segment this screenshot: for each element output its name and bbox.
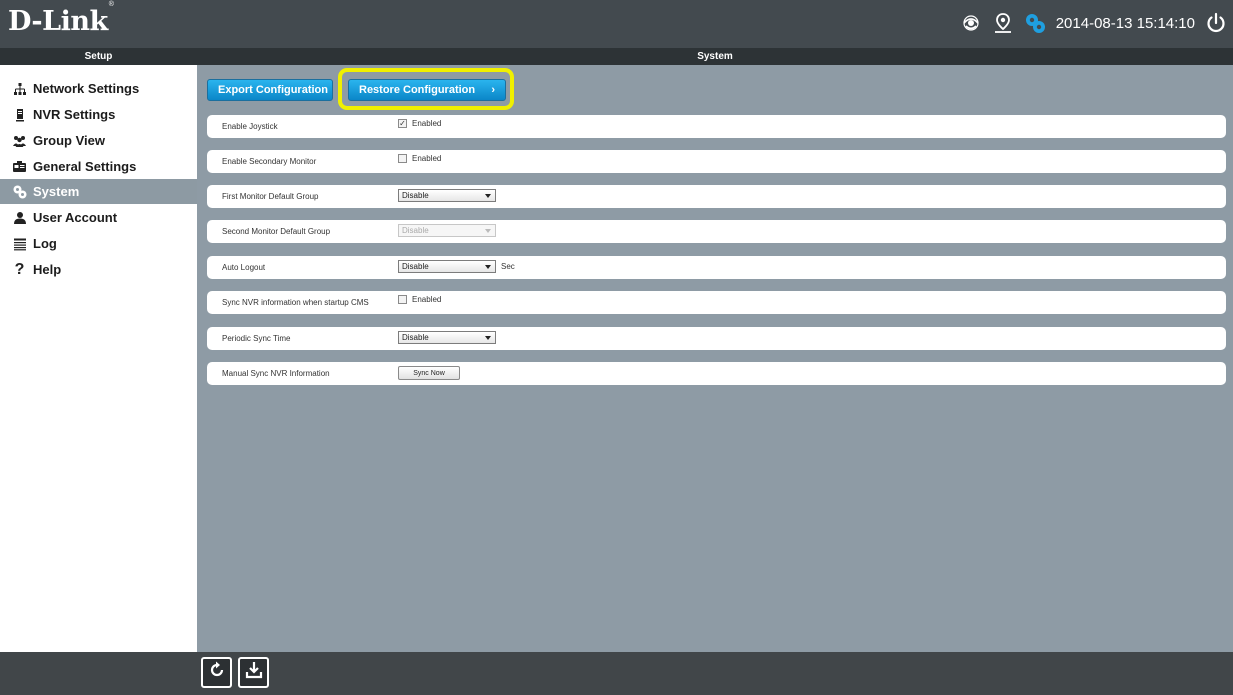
sidebar-item-label: NVR Settings xyxy=(33,107,116,122)
row-control: Disable xyxy=(398,224,496,237)
system-settings-panel: Export Configuration Restore Configurati… xyxy=(197,65,1233,652)
row-label: First Monitor Default Group xyxy=(222,192,319,201)
sidebar-item-label: General Settings xyxy=(33,159,137,174)
dropdown-arrow-icon xyxy=(485,194,491,198)
general-settings-icon xyxy=(12,159,27,174)
settings-row-secondary-monitor: Enable Secondary Monitor Enabled xyxy=(207,150,1226,173)
download-icon xyxy=(244,660,264,685)
sidebar-item-label: System xyxy=(33,184,80,199)
row-control: Enabled xyxy=(398,295,441,304)
settings-row-manual-sync: Manual Sync NVR Information Sync Now xyxy=(207,362,1226,385)
sync-startup-checkbox[interactable] xyxy=(398,295,407,304)
restore-configuration-button[interactable]: Restore Configuration › xyxy=(348,79,506,101)
unit-label: Sec xyxy=(501,262,515,271)
setup-title: Setup xyxy=(84,51,113,62)
save-button[interactable] xyxy=(238,657,269,688)
network-icon xyxy=(12,81,27,96)
auto-logout-select[interactable]: Disable xyxy=(398,260,496,273)
settings-row-second-monitor-group: Second Monitor Default Group Disable xyxy=(207,220,1226,243)
sidebar-item-label: User Account xyxy=(33,210,118,225)
top-bar: D-Link® 2014-08-13 15:14:10 xyxy=(0,0,1233,48)
first-monitor-group-select[interactable]: Disable xyxy=(398,189,496,202)
sidebar-item-label: Help xyxy=(33,262,62,277)
row-control: Disable xyxy=(398,189,496,202)
sidebar-item-label: Log xyxy=(33,236,57,251)
nvr-icon xyxy=(12,107,27,122)
joystick-checkbox[interactable]: ✓ xyxy=(398,119,407,128)
sidebar-item-label: Group View xyxy=(33,133,105,148)
brand-name: D-Link xyxy=(8,6,108,37)
row-control: Disable xyxy=(398,331,496,344)
dlink-logo: D-Link® xyxy=(8,1,114,37)
sync-now-button[interactable]: Sync Now xyxy=(398,366,460,380)
power-icon[interactable] xyxy=(1205,12,1227,34)
row-label: Enable Joystick xyxy=(222,122,278,131)
checkbox-label: Enabled xyxy=(412,119,442,128)
select-value: Disable xyxy=(402,226,429,235)
sidebar-item-help[interactable]: ? Help xyxy=(0,257,197,282)
select-value: Disable xyxy=(402,333,429,342)
checkbox-label: Enabled xyxy=(412,295,442,304)
row-label: Second Monitor Default Group xyxy=(222,227,331,236)
setup-gear-icon[interactable] xyxy=(1024,12,1046,34)
row-label: Sync NVR information when startup CMS xyxy=(222,298,369,307)
live-view-icon[interactable] xyxy=(960,12,982,34)
select-value: Disable xyxy=(402,191,429,200)
footer-bar xyxy=(0,652,1233,695)
sidebar-item-log[interactable]: Log xyxy=(0,231,197,256)
sidebar-item-label: Network Settings xyxy=(33,81,140,96)
export-configuration-button[interactable]: Export Configuration xyxy=(207,79,333,101)
row-label: Manual Sync NVR Information xyxy=(222,369,330,378)
log-icon xyxy=(12,236,27,251)
settings-row-auto-logout: Auto Logout Disable Sec xyxy=(207,256,1226,279)
reset-button[interactable] xyxy=(201,657,232,688)
export-label: Export Configuration xyxy=(218,84,328,96)
section-header: Setup System xyxy=(0,48,1233,65)
second-monitor-group-select: Disable xyxy=(398,224,496,237)
settings-row-first-monitor-group: First Monitor Default Group Disable xyxy=(207,185,1226,208)
sidebar: Network Settings NVR Settings Group View… xyxy=(0,65,197,652)
dropdown-arrow-icon xyxy=(485,229,491,233)
sidebar-item-general-settings[interactable]: General Settings xyxy=(0,154,197,179)
checkbox-label: Enabled xyxy=(412,154,442,163)
sidebar-item-nvr-settings[interactable]: NVR Settings xyxy=(0,102,197,127)
group-icon xyxy=(12,133,27,148)
sidebar-item-network-settings[interactable]: Network Settings xyxy=(0,76,197,101)
row-control: Enabled xyxy=(398,154,441,163)
refresh-icon xyxy=(207,660,227,685)
row-control: Disable Sec xyxy=(398,260,515,273)
select-value: Disable xyxy=(402,262,429,271)
map-pin-icon[interactable] xyxy=(992,12,1014,34)
periodic-sync-select[interactable]: Disable xyxy=(398,331,496,344)
sidebar-item-group-view[interactable]: Group View xyxy=(0,128,197,153)
system-title: System xyxy=(697,51,733,62)
sidebar-item-system[interactable]: System xyxy=(0,179,197,204)
row-control: ✓ Enabled xyxy=(398,119,441,128)
user-icon xyxy=(12,210,27,225)
settings-row-joystick: Enable Joystick ✓ Enabled xyxy=(207,115,1226,138)
restore-label: Restore Configuration xyxy=(359,84,476,96)
row-control: Sync Now xyxy=(398,366,460,380)
row-label: Periodic Sync Time xyxy=(222,334,291,343)
dropdown-arrow-icon xyxy=(485,265,491,269)
row-label: Auto Logout xyxy=(222,263,266,272)
datetime-display: 2014-08-13 15:14:10 xyxy=(1055,14,1195,32)
dropdown-arrow-icon xyxy=(485,336,491,340)
settings-row-sync-startup: Sync NVR information when startup CMS En… xyxy=(207,291,1226,314)
registered-mark: ® xyxy=(108,1,114,8)
settings-row-periodic-sync: Periodic Sync Time Disable xyxy=(207,327,1226,350)
row-label: Enable Secondary Monitor xyxy=(222,157,317,166)
secondary-monitor-checkbox[interactable] xyxy=(398,154,407,163)
system-gear-icon xyxy=(12,184,27,199)
sidebar-item-user-account[interactable]: User Account xyxy=(0,205,197,230)
top-right-controls: 2014-08-13 15:14:10 xyxy=(960,10,1227,36)
help-icon: ? xyxy=(14,260,25,278)
chevron-right-icon: › xyxy=(491,84,495,96)
